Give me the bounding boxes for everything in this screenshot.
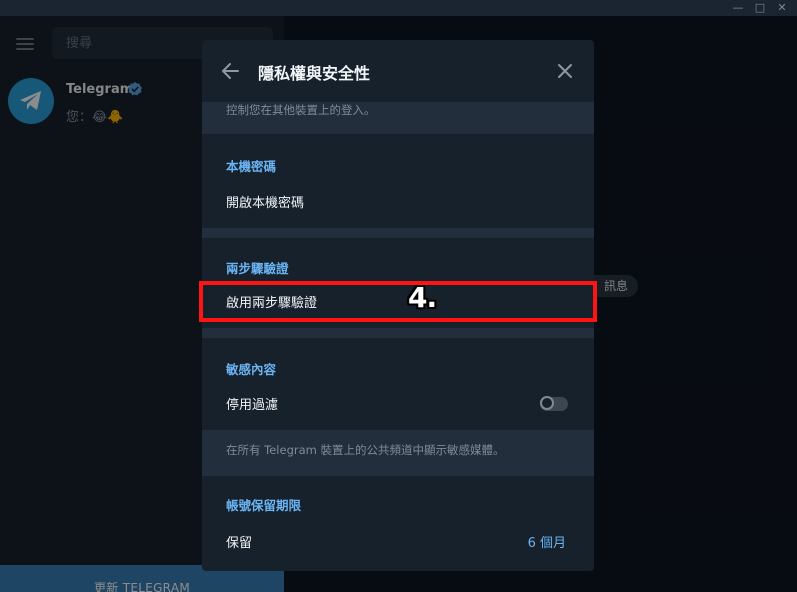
sessions-note: 控制您在其他裝置上的登入。 [226, 103, 376, 117]
section-header-account-ttl: 帳號保留期限 [226, 498, 302, 513]
window-titlebar: — □ ✕ [0, 0, 797, 16]
sessions-note-band: 控制您在其他裝置上的登入。 [202, 102, 594, 134]
highlight-box [199, 281, 597, 322]
disable-filtering-toggle[interactable] [540, 396, 568, 411]
section-divider [202, 328, 594, 338]
disable-filtering-row[interactable]: 停用過濾 [202, 384, 594, 422]
minimize-button[interactable]: — [728, 0, 748, 16]
back-arrow-icon[interactable] [218, 58, 244, 84]
sensitive-note: 在所有 Telegram 裝置上的公共頻道中顯示敏感媒體。 [226, 443, 505, 457]
step-number-label: 4. [408, 281, 437, 314]
close-window-button[interactable]: ✕ [772, 0, 792, 16]
section-header-sensitive: 敏感內容 [226, 362, 277, 377]
section-header-two-step: 兩步驟驗證 [226, 261, 289, 276]
row-label: 停用過濾 [226, 398, 279, 413]
section-divider [202, 228, 594, 238]
close-icon[interactable] [554, 60, 576, 82]
account-ttl-row[interactable]: 保留 6 個月 [202, 522, 594, 560]
sensitive-note-band: 在所有 Telegram 裝置上的公共頻道中顯示敏感媒體。 [202, 430, 594, 476]
row-label: 保留 [226, 536, 253, 551]
row-label: 開啟本機密碼 [226, 196, 305, 211]
enable-passcode-row[interactable]: 開啟本機密碼 [202, 182, 594, 220]
dialog-title: 隱私權與安全性 [258, 64, 371, 83]
maximize-button[interactable]: □ [750, 0, 770, 16]
toggle-knob [540, 396, 554, 410]
dialog-header: 隱私權與安全性 [202, 40, 594, 102]
section-header-passcode: 本機密碼 [226, 159, 277, 174]
account-ttl-value: 6 個月 [527, 536, 566, 551]
